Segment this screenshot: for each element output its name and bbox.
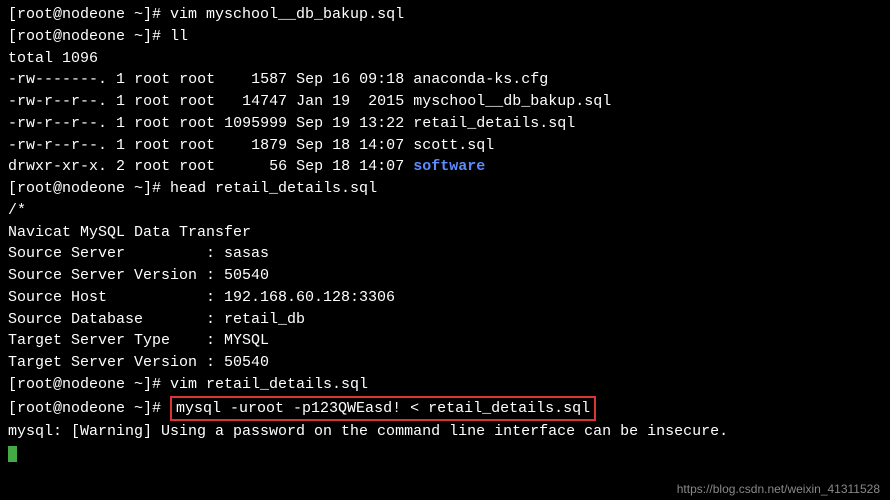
shell-prompt: [root@nodeone ~]# <box>8 400 170 417</box>
head-output: Source Host : 192.168.60.128:3306 <box>8 287 882 309</box>
terminal-line[interactable]: [root@nodeone ~]# vim myschool__db_bakup… <box>8 4 882 26</box>
shell-prompt: [root@nodeone ~]# <box>8 376 170 393</box>
head-output: Target Server Version : 50540 <box>8 352 882 374</box>
file-name: anaconda-ks.cfg <box>413 71 548 88</box>
file-name: myschool__db_bakup.sql <box>413 93 611 110</box>
ll-row: -rw-r--r--. 1 root root 1879 Sep 18 14:0… <box>8 135 882 157</box>
shell-prompt: [root@nodeone ~]# <box>8 28 170 45</box>
ll-total: total 1096 <box>8 48 882 70</box>
command-text: vim myschool__db_bakup.sql <box>170 6 404 23</box>
terminal-line[interactable]: [root@nodeone ~]# vim retail_details.sql <box>8 374 882 396</box>
shell-prompt: [root@nodeone ~]# <box>8 180 170 197</box>
command-text: vim retail_details.sql <box>170 376 368 393</box>
directory-name: software <box>413 158 485 175</box>
terminal-cursor <box>8 446 17 462</box>
mysql-warning: mysql: [Warning] Using a password on the… <box>8 421 882 443</box>
terminal-line[interactable]: [root@nodeone ~]# head retail_details.sq… <box>8 178 882 200</box>
ll-row: -rw-------. 1 root root 1587 Sep 16 09:1… <box>8 69 882 91</box>
terminal-line[interactable]: [root@nodeone ~]# ll <box>8 26 882 48</box>
command-text: ll <box>170 28 188 45</box>
watermark-text: https://blog.csdn.net/weixin_41311528 <box>677 481 880 498</box>
command-text: head retail_details.sql <box>170 180 377 197</box>
head-output: Navicat MySQL Data Transfer <box>8 222 882 244</box>
highlighted-command: mysql -uroot -p123QWEasd! < retail_detai… <box>170 396 596 422</box>
cursor-line[interactable] <box>8 443 882 465</box>
ll-row: -rw-r--r--. 1 root root 1095999 Sep 19 1… <box>8 113 882 135</box>
file-name: retail_details.sql <box>413 115 575 132</box>
head-output: Target Server Type : MYSQL <box>8 330 882 352</box>
head-output: /* <box>8 200 882 222</box>
file-name: scott.sql <box>413 137 494 154</box>
head-output: Source Server : sasas <box>8 243 882 265</box>
terminal-line[interactable]: [root@nodeone ~]# mysql -uroot -p123QWEa… <box>8 396 882 422</box>
head-output: Source Database : retail_db <box>8 309 882 331</box>
ll-row: -rw-r--r--. 1 root root 14747 Jan 19 201… <box>8 91 882 113</box>
shell-prompt: [root@nodeone ~]# <box>8 6 170 23</box>
head-output: Source Server Version : 50540 <box>8 265 882 287</box>
ll-row: drwxr-xr-x. 2 root root 56 Sep 18 14:07 … <box>8 156 882 178</box>
